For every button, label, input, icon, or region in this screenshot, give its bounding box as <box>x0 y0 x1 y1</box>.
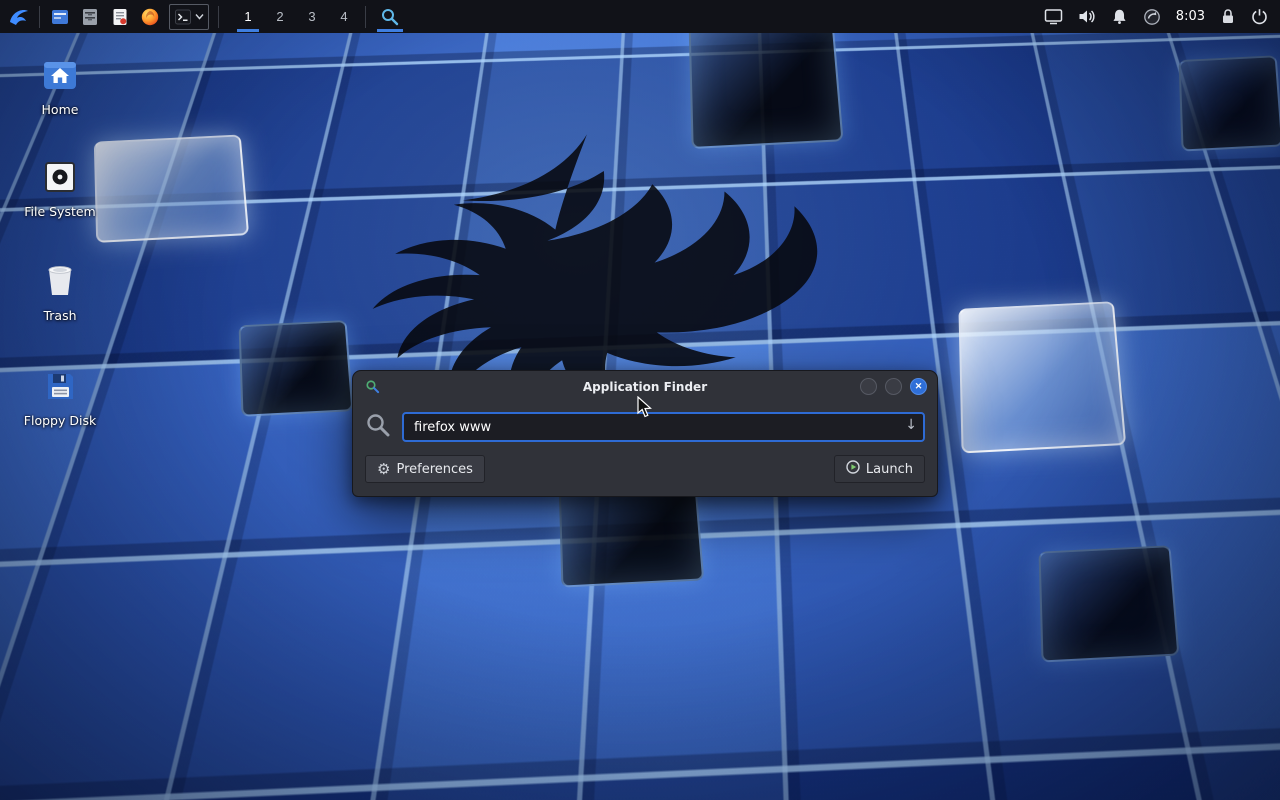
archive-manager-launcher[interactable] <box>75 0 105 33</box>
close-button[interactable]: ✕ <box>910 378 927 395</box>
desktop-icon-label: Home <box>0 102 120 117</box>
top-panel: 1 2 3 4 <box>0 0 1280 33</box>
firefox-launcher[interactable] <box>135 0 165 33</box>
system-tray: 8:03 <box>1044 0 1280 33</box>
desktop-icon-trash[interactable]: Trash <box>0 262 120 323</box>
home-folder-icon <box>42 58 78 96</box>
workspace-1[interactable]: 1 <box>232 0 264 33</box>
desktop-icon-label: Floppy Disk <box>0 413 120 428</box>
desktop-icon-label: File System <box>0 204 120 219</box>
preferences-label: Preferences <box>396 462 472 477</box>
taskbar-item-application-finder[interactable] <box>371 0 409 33</box>
text-editor-icon <box>110 7 130 27</box>
panel-separator <box>39 6 40 28</box>
file-cabinet-icon <box>80 7 100 27</box>
volume-icon[interactable] <box>1078 8 1096 25</box>
text-editor-launcher[interactable] <box>105 0 135 33</box>
workspace-2[interactable]: 2 <box>264 0 296 33</box>
launch-icon <box>846 460 860 478</box>
panel-separator <box>365 6 366 28</box>
finder-buttons-row: ⚙ Preferences Launch <box>365 455 925 483</box>
notifications-bell-icon[interactable] <box>1111 8 1128 25</box>
firefox-icon <box>140 7 160 27</box>
window-title: Application Finder <box>353 380 937 394</box>
search-row: ↓ <box>365 412 925 442</box>
terminal-launcher-dropdown[interactable] <box>169 4 209 30</box>
application-finder-icon <box>380 7 400 27</box>
logout-power-icon[interactable] <box>1251 8 1268 25</box>
file-manager-launcher[interactable] <box>45 0 75 33</box>
terminal-icon <box>174 8 192 26</box>
desktop-icon-floppy-disk[interactable]: Floppy Disk <box>0 370 120 428</box>
titlebar[interactable]: Application Finder ✕ <box>353 371 937 402</box>
search-icon <box>365 412 391 442</box>
launch-label: Launch <box>866 462 913 477</box>
window-controls: ✕ <box>860 378 927 395</box>
panel-left-group: 1 2 3 4 <box>0 0 409 33</box>
desktop-icon-label: Trash <box>0 308 120 323</box>
workspace-switcher: 1 2 3 4 <box>232 0 360 33</box>
floppy-disk-icon <box>44 370 77 407</box>
close-icon: ✕ <box>915 382 923 391</box>
clock[interactable]: 8:03 <box>1176 9 1205 24</box>
applications-menu-button[interactable] <box>4 0 34 33</box>
search-input-wrap: ↓ <box>402 412 925 442</box>
desktop-icon-file-system[interactable]: File System <box>0 160 120 219</box>
file-manager-icon <box>50 7 70 27</box>
updater-icon[interactable] <box>1143 8 1161 26</box>
workspace-3[interactable]: 3 <box>296 0 328 33</box>
application-finder-icon <box>365 379 380 398</box>
search-input[interactable] <box>402 412 925 442</box>
workspace-4[interactable]: 4 <box>328 0 360 33</box>
finder-body: ↓ ⚙ Preferences Launch <box>353 402 937 496</box>
launch-button[interactable]: Launch <box>834 455 925 483</box>
lock-icon[interactable] <box>1220 8 1236 25</box>
preferences-button[interactable]: ⚙ Preferences <box>365 455 485 483</box>
file-system-drive-icon <box>43 160 77 198</box>
panel-separator <box>218 6 219 28</box>
minimize-button[interactable] <box>860 378 877 395</box>
chevron-down-icon <box>195 13 204 20</box>
application-finder-window: Application Finder ✕ ↓ ⚙ <box>352 370 938 497</box>
maximize-button[interactable] <box>885 378 902 395</box>
kali-logo-icon <box>8 6 30 28</box>
desktop-icon-home[interactable]: Home <box>0 58 120 117</box>
trash-bucket-icon <box>43 262 77 302</box>
display-icon[interactable] <box>1044 8 1063 25</box>
gear-icon: ⚙ <box>377 462 390 477</box>
